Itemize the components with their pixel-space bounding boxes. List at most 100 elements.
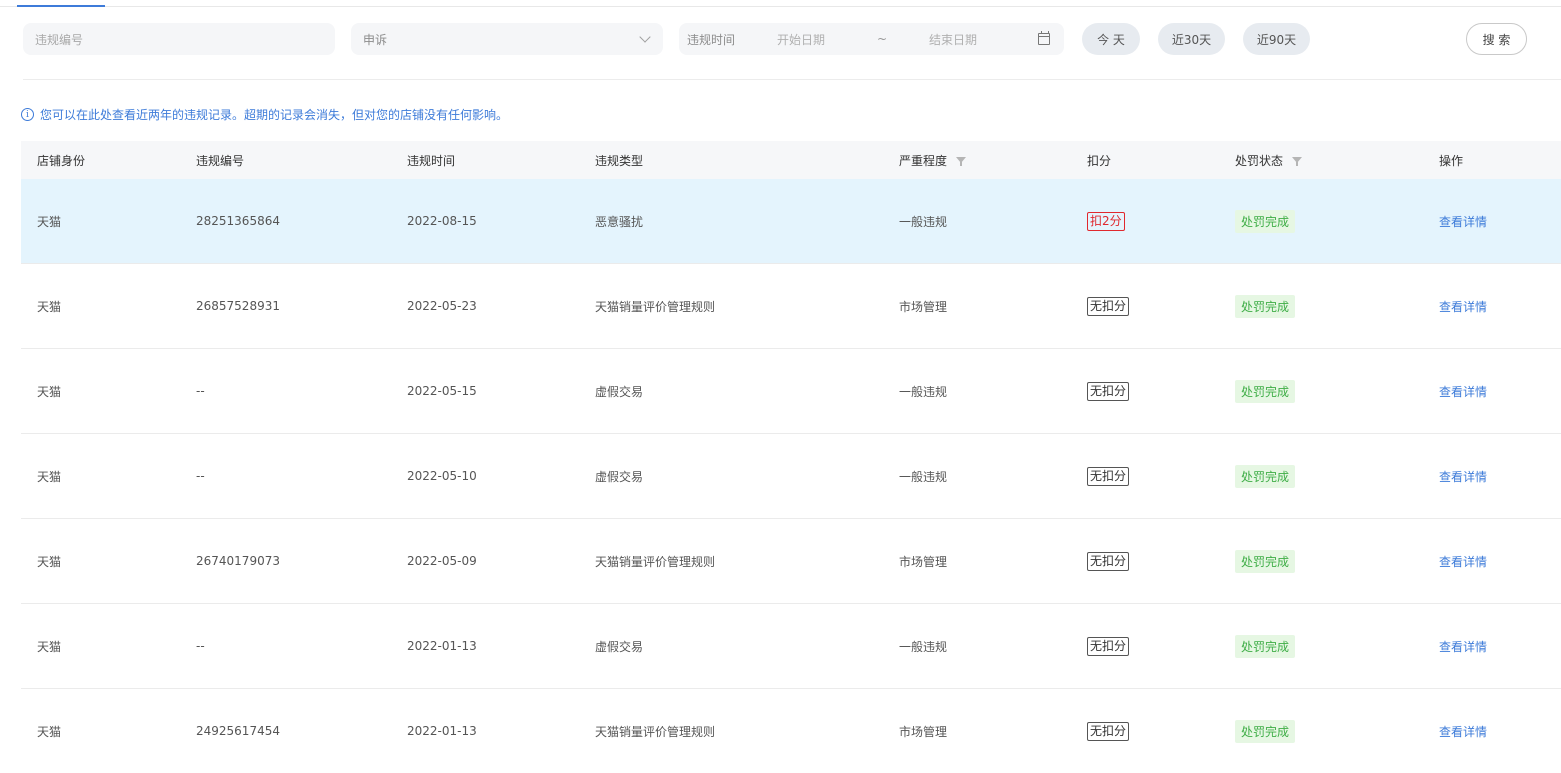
- cell-action: 查看详情: [1439, 434, 1487, 518]
- date-range-picker[interactable]: 违规时间 开始日期 ~ 结束日期: [679, 23, 1064, 55]
- cell-type: 虚假交易: [595, 469, 644, 484]
- cell-type: 虚假交易: [595, 639, 644, 654]
- cell-action: 查看详情: [1439, 689, 1487, 773]
- table-row: 天猫 24925617454 2022-01-13 天猫销量评价管理规则 市场管…: [21, 689, 1561, 773]
- violations-table: 店铺身份 违规编号 违规时间 违规类型 严重程度 扣分 处罚状态 操作 天猫 2…: [21, 141, 1561, 773]
- cell-score: 扣2分: [1087, 179, 1125, 263]
- cell-status: 处罚完成: [1235, 434, 1296, 518]
- table-row: 天猫 -- 2022-05-10 虚假交易 一般违规 无扣分 处罚完成 查看详情: [21, 434, 1561, 519]
- active-tab-indicator: [17, 5, 105, 7]
- cell-action: 查看详情: [1439, 264, 1487, 348]
- status-badge: 处罚完成: [1235, 549, 1296, 573]
- table-row: 天猫 -- 2022-01-13 虚假交易 一般违规 无扣分 处罚完成 查看详情: [21, 604, 1561, 689]
- cell-violation-id: --: [196, 639, 205, 653]
- cell-status: 处罚完成: [1235, 264, 1296, 348]
- view-details-link[interactable]: 查看详情: [1439, 638, 1487, 655]
- cell-status: 处罚完成: [1235, 689, 1296, 773]
- view-details-link[interactable]: 查看详情: [1439, 383, 1487, 400]
- cell-identity: 天猫: [37, 554, 62, 569]
- cell-action: 查看详情: [1439, 179, 1487, 263]
- header-severity[interactable]: 严重程度: [899, 141, 967, 179]
- cell-violation-id: --: [196, 469, 205, 483]
- score-badge: 无扣分: [1087, 551, 1130, 571]
- status-badge: 处罚完成: [1235, 209, 1296, 233]
- cell-type: 天猫销量评价管理规则: [595, 554, 716, 569]
- header-penalty-status[interactable]: 处罚状态: [1235, 141, 1303, 179]
- header-violation-time: 违规时间: [407, 153, 456, 168]
- cell-type: 恶意骚扰: [595, 214, 644, 229]
- search-button[interactable]: 搜 索: [1466, 23, 1527, 55]
- cell-time: 2022-08-15: [407, 214, 477, 228]
- header-violation-id: 违规编号: [196, 153, 245, 168]
- cell-action: 查看详情: [1439, 519, 1487, 603]
- score-badge: 无扣分: [1087, 466, 1130, 486]
- violation-id-input[interactable]: 违规编号: [23, 23, 335, 55]
- cell-violation-id: 24925617454: [196, 724, 280, 738]
- table-header: 店铺身份 违规编号 违规时间 违规类型 严重程度 扣分 处罚状态 操作: [21, 141, 1561, 179]
- cell-status: 处罚完成: [1235, 179, 1296, 263]
- date-start-input[interactable]: 开始日期: [777, 31, 877, 48]
- score-badge: 无扣分: [1087, 636, 1130, 656]
- quick-30-days-button[interactable]: 近30天: [1158, 23, 1225, 55]
- cell-score: 无扣分: [1087, 689, 1130, 773]
- cell-identity: 天猫: [37, 639, 62, 654]
- header-violation-type: 违规类型: [595, 153, 644, 168]
- cell-time: 2022-01-13: [407, 724, 477, 738]
- cell-status: 处罚完成: [1235, 519, 1296, 603]
- cell-type: 天猫销量评价管理规则: [595, 724, 716, 739]
- score-badge: 扣2分: [1087, 211, 1125, 231]
- score-badge: 无扣分: [1087, 381, 1130, 401]
- score-badge: 无扣分: [1087, 296, 1130, 316]
- date-end-input[interactable]: 结束日期: [929, 31, 1039, 48]
- score-badge: 无扣分: [1087, 721, 1130, 741]
- violation-id-placeholder: 违规编号: [35, 32, 84, 47]
- status-badge: 处罚完成: [1235, 719, 1296, 743]
- status-badge: 处罚完成: [1235, 294, 1296, 318]
- cell-severity: 一般违规: [899, 384, 948, 399]
- cell-severity: 一般违规: [899, 639, 948, 654]
- date-range-label: 违规时间: [687, 32, 736, 47]
- view-details-link[interactable]: 查看详情: [1439, 723, 1487, 740]
- cell-violation-id: 28251365864: [196, 214, 280, 228]
- cell-time: 2022-01-13: [407, 639, 477, 653]
- cell-status: 处罚完成: [1235, 349, 1296, 433]
- quick-90-days-button[interactable]: 近90天: [1243, 23, 1310, 55]
- cell-severity: 市场管理: [899, 724, 948, 739]
- cell-score: 无扣分: [1087, 264, 1130, 348]
- calendar-icon[interactable]: [1038, 31, 1050, 45]
- header-action: 操作: [1439, 153, 1464, 168]
- status-select-value: 申诉: [363, 32, 388, 47]
- status-badge: 处罚完成: [1235, 634, 1296, 658]
- top-divider: [0, 6, 1561, 7]
- cell-action: 查看详情: [1439, 604, 1487, 688]
- view-details-link[interactable]: 查看详情: [1439, 468, 1487, 485]
- table-row: 天猫 -- 2022-05-15 虚假交易 一般违规 无扣分 处罚完成 查看详情: [21, 349, 1561, 434]
- cell-violation-id: 26740179073: [196, 554, 280, 568]
- cell-violation-id: 26857528931: [196, 299, 280, 313]
- filter-icon[interactable]: [956, 157, 967, 166]
- cell-violation-id: --: [196, 384, 205, 398]
- cell-score: 无扣分: [1087, 519, 1130, 603]
- cell-score: 无扣分: [1087, 604, 1130, 688]
- view-details-link[interactable]: 查看详情: [1439, 213, 1487, 230]
- chevron-down-icon: [639, 30, 651, 43]
- table-row: 天猫 26857528931 2022-05-23 天猫销量评价管理规则 市场管…: [21, 264, 1561, 349]
- cell-identity: 天猫: [37, 724, 62, 739]
- status-select[interactable]: 申诉: [351, 23, 663, 55]
- filter-icon[interactable]: [1292, 157, 1303, 166]
- notice-text: 您可以在此处查看近两年的违规记录。超期的记录会消失，但对您的店铺没有任何影响。: [40, 108, 509, 122]
- cell-type: 虚假交易: [595, 384, 644, 399]
- view-details-link[interactable]: 查看详情: [1439, 553, 1487, 570]
- info-notice: i 您可以在此处查看近两年的违规记录。超期的记录会消失，但对您的店铺没有任何影响…: [21, 106, 508, 123]
- cell-score: 无扣分: [1087, 434, 1130, 518]
- status-badge: 处罚完成: [1235, 379, 1296, 403]
- header-score: 扣分: [1087, 153, 1112, 168]
- table-row: 天猫 26740179073 2022-05-09 天猫销量评价管理规则 市场管…: [21, 519, 1561, 604]
- date-separator: ~: [877, 32, 888, 46]
- cell-identity: 天猫: [37, 214, 62, 229]
- quick-today-button[interactable]: 今 天: [1082, 23, 1140, 55]
- header-severity-label: 严重程度: [899, 153, 948, 168]
- cell-action: 查看详情: [1439, 349, 1487, 433]
- cell-identity: 天猫: [37, 469, 62, 484]
- view-details-link[interactable]: 查看详情: [1439, 298, 1487, 315]
